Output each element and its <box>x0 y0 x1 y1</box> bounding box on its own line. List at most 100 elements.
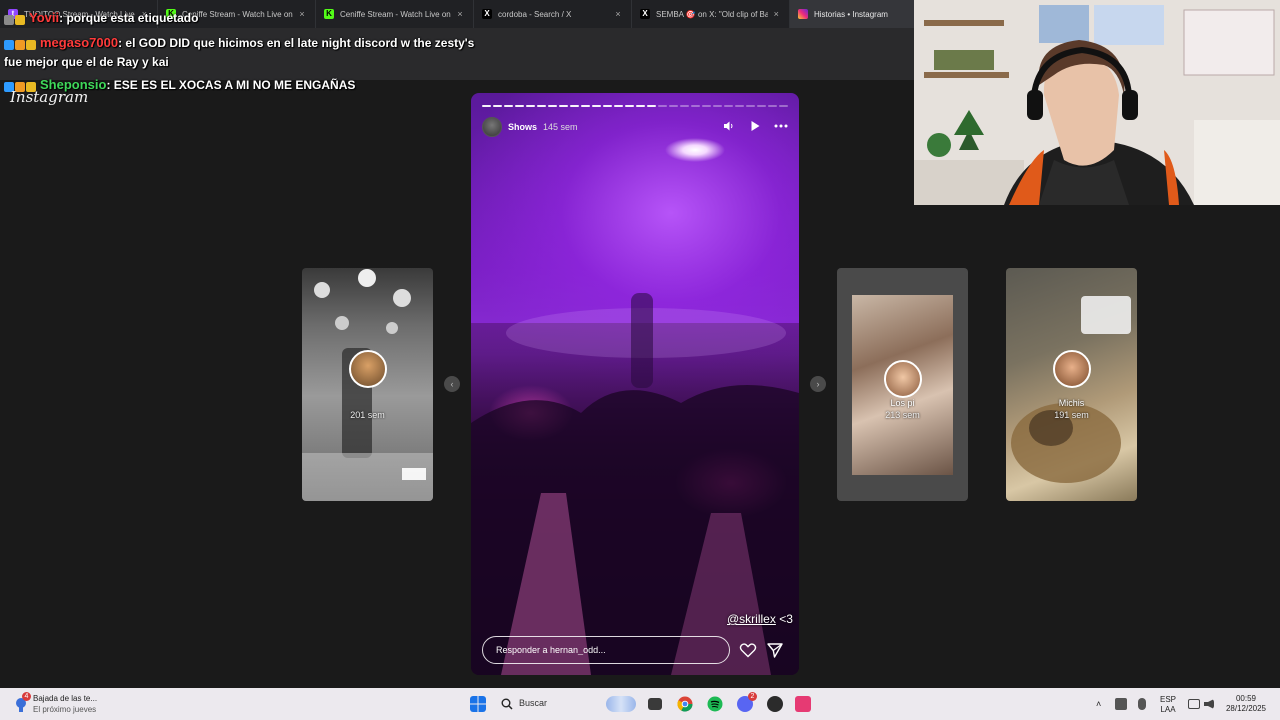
progress-segment <box>669 105 678 107</box>
progress-segment <box>570 105 579 107</box>
progress-segment <box>768 105 777 107</box>
chat-text: : el GOD DID que hicimos en el late nigh… <box>118 36 475 50</box>
taskbar-search[interactable]: Buscar <box>495 693 640 715</box>
chat-text: : porque esta etiquetado <box>59 11 199 25</box>
close-icon[interactable]: × <box>455 9 465 19</box>
side-story-card[interactable]: 201 sem <box>302 268 433 501</box>
kick-icon: K <box>324 9 334 19</box>
browser-tab[interactable]: X cordoba - Search / X × <box>474 0 632 28</box>
discord-icon[interactable]: 2 <box>737 692 757 712</box>
progress-segment <box>702 105 711 107</box>
progress-segment <box>713 105 722 107</box>
webcam-overlay <box>914 0 1280 205</box>
close-icon[interactable]: × <box>772 9 781 19</box>
instagram-icon <box>798 9 808 19</box>
chat-badges <box>4 37 37 51</box>
story-label: Michis <box>1058 398 1085 408</box>
chevron-up-icon[interactable]: ˄ <box>1096 699 1101 709</box>
concert-silhouettes <box>471 293 799 675</box>
mention-sticker[interactable]: @skrillex <3 <box>727 612 793 626</box>
progress-segment <box>548 105 557 107</box>
progress-segment <box>515 105 524 107</box>
screen: t TUQITOO Stream - Watch Live on × K Cen… <box>0 0 1280 720</box>
heart-icon[interactable] <box>739 641 757 659</box>
tab-title: Ceniffe Stream - Watch Live on <box>182 9 293 19</box>
language-code: ESP <box>1159 695 1176 704</box>
story-time: 191 sem <box>1054 410 1089 420</box>
spotify-icon[interactable] <box>707 696 723 712</box>
progress-segment <box>691 105 700 107</box>
reply-input[interactable] <box>482 636 730 664</box>
story-avatar <box>884 360 922 398</box>
clock[interactable]: 00:59 28/12/2025 <box>1222 694 1270 714</box>
story-progress-bar <box>482 105 788 107</box>
webcam-feed <box>914 0 1280 205</box>
progress-segment <box>647 105 656 107</box>
microphone-icon[interactable] <box>1138 698 1146 710</box>
notification-badge: 2 <box>748 692 757 701</box>
clock-date: 28/12/2025 <box>1225 704 1267 713</box>
story-time: 201 sem <box>350 410 385 420</box>
progress-segment <box>504 105 513 107</box>
x-logo-icon: X <box>640 9 650 19</box>
chrome-icon[interactable] <box>677 696 693 712</box>
close-icon[interactable]: × <box>297 9 307 19</box>
side-story-card[interactable]: Los pi 213 sem <box>837 268 968 501</box>
display-icon[interactable] <box>1188 699 1200 709</box>
search-label: Buscar <box>519 698 548 708</box>
next-story-button[interactable]: › <box>810 376 826 392</box>
network-icon[interactable] <box>1115 698 1127 710</box>
story-avatar[interactable] <box>482 117 502 137</box>
mention-suffix: <3 <box>775 612 793 626</box>
story-avatar <box>349 350 387 388</box>
browser-tab[interactable]: X SEMBA 🎯 on X: "Old clip of Ban × <box>632 0 790 28</box>
mute-icon[interactable] <box>722 120 736 135</box>
progress-segment <box>724 105 733 107</box>
search-icon <box>501 698 513 710</box>
clock-time: 00:59 <box>1235 694 1257 703</box>
tiktok-icon[interactable] <box>795 696 811 712</box>
mention-username[interactable]: @skrillex <box>727 612 776 626</box>
progress-segment <box>493 105 502 107</box>
send-icon[interactable] <box>766 641 784 659</box>
language-indicator[interactable]: ESP LAA <box>1156 695 1180 715</box>
story-time: 213 sem <box>885 410 920 420</box>
progress-segment <box>680 105 689 107</box>
chat-text: : ESE ES EL XOCAS A MI NO ME ENGAÑAS <box>106 78 356 92</box>
tab-title: SEMBA 🎯 on X: "Old clip of Ban <box>656 9 768 19</box>
close-icon[interactable]: × <box>613 9 623 19</box>
progress-segment <box>735 105 744 107</box>
story-header: Shows 145 sem <box>482 117 788 137</box>
progress-segment <box>636 105 645 107</box>
story-viewer[interactable]: Shows 145 sem @skrillex <3 <box>471 93 799 675</box>
progress-segment <box>746 105 755 107</box>
progress-segment <box>526 105 535 107</box>
chat-username[interactable]: megaso7000 <box>40 35 118 50</box>
browser-tab[interactable]: K Ceniffe Stream - Watch Live on × <box>316 0 474 28</box>
volume-icon[interactable] <box>1204 699 1214 709</box>
side-story-card[interactable]: Michis 191 sem <box>1006 268 1137 501</box>
windows-start-icon[interactable] <box>470 696 486 712</box>
weather-widget[interactable]: 4 Bajada de las te... El próximo jueves <box>14 692 124 716</box>
keyboard-layout: LAA <box>1160 705 1176 714</box>
play-icon[interactable] <box>748 120 762 135</box>
story-username[interactable]: Shows <box>508 122 537 132</box>
app-icon[interactable] <box>767 696 783 712</box>
previous-story-button[interactable]: ‹ <box>444 376 460 392</box>
tab-title: cordoba - Search / X <box>498 9 572 19</box>
chat-message: megaso7000: el GOD DID que hicimos en el… <box>4 35 474 51</box>
instagram-logo[interactable]: Instagram <box>10 88 88 106</box>
windows-taskbar: 4 Bajada de las te... El próximo jueves … <box>0 688 1280 720</box>
progress-segment <box>559 105 568 107</box>
weather-subtitle: El próximo jueves <box>33 705 97 714</box>
x-logo-icon: X <box>482 9 492 19</box>
chat-text: fue mejor que el de Ray y kai <box>4 55 169 69</box>
progress-segment <box>614 105 623 107</box>
chat-message: Yovii: porque esta etiquetado <box>4 10 198 26</box>
progress-segment <box>658 105 667 107</box>
file-explorer-icon[interactable] <box>648 698 662 710</box>
more-options-icon[interactable] <box>774 120 788 135</box>
progress-segment <box>581 105 590 107</box>
search-highlight-image <box>606 696 636 712</box>
chat-username[interactable]: Yovii <box>29 10 59 25</box>
